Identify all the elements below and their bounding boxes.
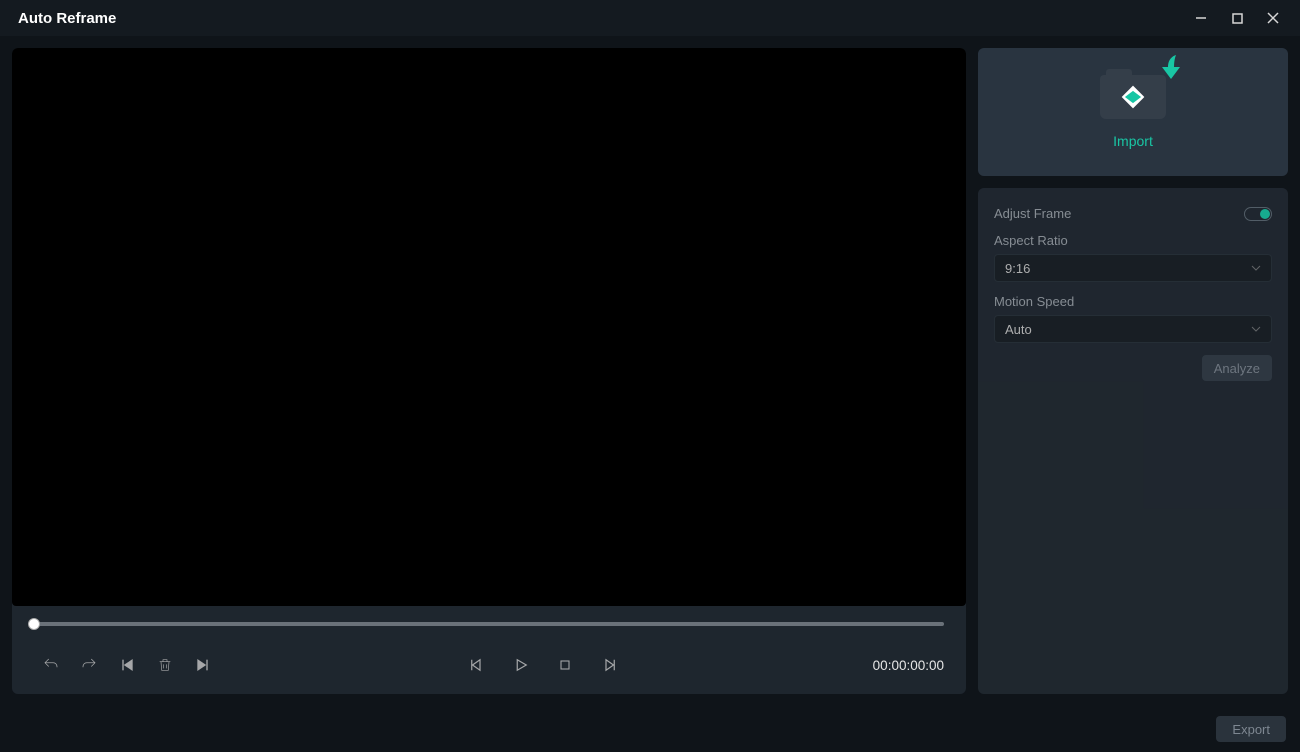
- titlebar: Auto Reframe: [0, 0, 1300, 36]
- player-controls: 00:00:00:00: [12, 642, 966, 694]
- close-button[interactable]: [1264, 9, 1282, 27]
- export-button[interactable]: Export: [1216, 716, 1286, 742]
- window-controls: [1192, 9, 1292, 27]
- window-title: Auto Reframe: [18, 10, 116, 27]
- logo-icon: [1122, 86, 1145, 109]
- analyze-button[interactable]: Analyze: [1202, 355, 1272, 381]
- sidebar: Import Adjust Frame Aspect Ratio 9:16: [978, 48, 1288, 694]
- toggle-knob: [1260, 209, 1270, 219]
- delete-button[interactable]: [154, 654, 176, 676]
- motion-speed-label: Motion Speed: [994, 294, 1272, 309]
- motion-speed-select[interactable]: Auto: [994, 315, 1272, 343]
- playback-controls: [232, 654, 855, 676]
- stop-button[interactable]: [554, 654, 576, 676]
- aspect-ratio-label: Aspect Ratio: [994, 233, 1272, 248]
- chevron-down-icon: [1251, 261, 1261, 276]
- aspect-ratio-group: Aspect Ratio 9:16: [994, 233, 1272, 282]
- motion-speed-value: Auto: [1005, 322, 1032, 337]
- aspect-ratio-select[interactable]: 9:16: [994, 254, 1272, 282]
- timeline-scrubber[interactable]: [34, 622, 944, 626]
- import-label: Import: [1113, 133, 1153, 149]
- redo-button[interactable]: [78, 654, 100, 676]
- import-button[interactable]: Import: [978, 48, 1288, 176]
- go-to-start-button[interactable]: [116, 654, 138, 676]
- analyze-row: Analyze: [994, 355, 1272, 381]
- play-button[interactable]: [510, 654, 532, 676]
- folder-icon: [1100, 75, 1166, 119]
- adjust-frame-label: Adjust Frame: [994, 206, 1071, 221]
- chevron-down-icon: [1251, 322, 1261, 337]
- undo-button[interactable]: [40, 654, 62, 676]
- minimize-button[interactable]: [1192, 9, 1210, 27]
- step-forward-button[interactable]: [598, 654, 620, 676]
- adjust-frame-toggle[interactable]: [1244, 207, 1272, 221]
- timeline-row: [12, 606, 966, 642]
- edit-controls: [40, 654, 214, 676]
- timecode-display: 00:00:00:00: [873, 658, 944, 673]
- go-to-end-button[interactable]: [192, 654, 214, 676]
- footer: Export: [0, 706, 1300, 752]
- download-arrow-icon: [1158, 53, 1184, 83]
- aspect-ratio-value: 9:16: [1005, 261, 1030, 276]
- body: 00:00:00:00 Import Adjust Frame: [0, 36, 1300, 706]
- motion-speed-group: Motion Speed Auto: [994, 294, 1272, 343]
- preview-panel: 00:00:00:00: [12, 48, 966, 694]
- maximize-button[interactable]: [1228, 9, 1246, 27]
- timeline-playhead[interactable]: [28, 618, 40, 630]
- step-back-button[interactable]: [466, 654, 488, 676]
- adjust-frame-row: Adjust Frame: [994, 206, 1272, 221]
- settings-panel: Adjust Frame Aspect Ratio 9:16 M: [978, 188, 1288, 694]
- video-preview[interactable]: [12, 48, 966, 606]
- auto-reframe-window: Auto Reframe: [0, 0, 1300, 752]
